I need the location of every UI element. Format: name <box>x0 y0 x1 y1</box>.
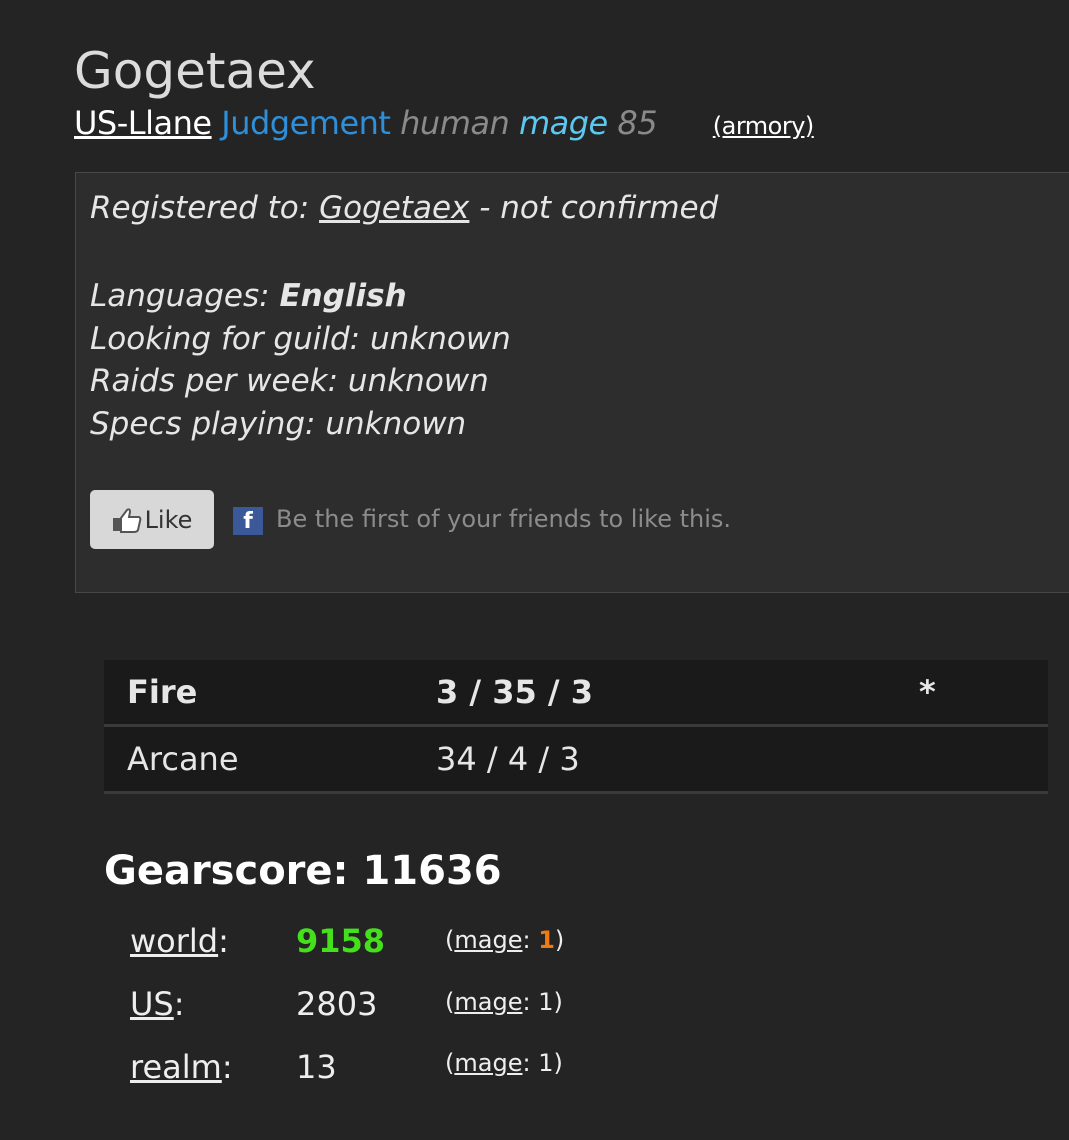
languages-value: English <box>279 278 407 314</box>
info-box: Registered to: Gogetaex - not confirmed … <box>75 172 1069 593</box>
world-rank-value: 9158 <box>296 922 386 960</box>
realm-rank-value: 13 <box>296 1048 337 1086</box>
like-button[interactable]: Like <box>90 490 214 549</box>
rank-world: world: <box>130 922 229 960</box>
class-link[interactable]: mage <box>454 988 522 1016</box>
registered-line: Registered to: Gogetaex - not confirmed <box>90 190 718 226</box>
us-rank-value: 2803 <box>296 985 378 1023</box>
spec-points: 34 / 4 / 3 <box>436 740 580 778</box>
spec-name: Arcane <box>127 740 239 778</box>
spec-row: Fire 3 / 35 / 3 * <box>104 660 1048 727</box>
realm-class-rank: (mage: 1) <box>445 1049 563 1077</box>
us-link[interactable]: US <box>130 985 174 1023</box>
race: human <box>400 104 510 142</box>
armory-link[interactable]: (armory) <box>713 112 815 140</box>
specs-table: Fire 3 / 35 / 3 * Arcane 34 / 4 / 3 <box>104 660 1048 794</box>
class-rank-value: 1 <box>538 1049 554 1077</box>
spec-points: 3 / 35 / 3 <box>436 673 593 711</box>
realm-rank-link[interactable]: realm <box>130 1048 222 1086</box>
facebook-icon: f <box>233 507 263 535</box>
us-class-rank: (mage: 1) <box>445 988 563 1016</box>
realm-link[interactable]: US-Llane <box>74 104 212 142</box>
class-link[interactable]: mage <box>454 926 522 954</box>
raids-per-week: Raids per week: unknown <box>90 363 489 399</box>
registered-label: Registered to: <box>90 190 320 226</box>
class-rank-value: 1 <box>538 988 554 1016</box>
class: mage <box>518 104 608 142</box>
spec-row: Arcane 34 / 4 / 3 <box>104 727 1048 794</box>
world-class-rank: (mage: 1) <box>445 926 565 954</box>
languages-line: Languages: English <box>90 278 407 314</box>
rank-realm: realm: <box>130 1048 233 1086</box>
active-spec-marker: * <box>919 673 936 711</box>
class-link[interactable]: mage <box>454 1049 522 1077</box>
guild-link[interactable]: Judgement <box>221 104 391 142</box>
like-label: Like <box>144 505 193 534</box>
level: 85 <box>617 104 658 142</box>
rank-us: US: <box>130 985 185 1023</box>
world-link[interactable]: world <box>130 922 218 960</box>
gearscore-title: Gearscore: 11636 <box>104 848 502 894</box>
character-name: Gogetaex <box>74 42 316 100</box>
spec-name: Fire <box>127 673 198 711</box>
looking-for-guild: Looking for guild: unknown <box>90 321 511 357</box>
like-social-text: Be the first of your friends to like thi… <box>276 505 732 533</box>
registered-status: - not confirmed <box>469 190 719 226</box>
languages-label: Languages: <box>90 278 280 314</box>
thumbs-up-icon <box>112 507 141 533</box>
registered-user-link[interactable]: Gogetaex <box>319 190 469 226</box>
class-rank-value: 1 <box>538 926 555 954</box>
specs-playing: Specs playing: unknown <box>90 406 467 442</box>
character-subtitle: US-Llane Judgement human mage 85 (armory… <box>74 104 814 142</box>
